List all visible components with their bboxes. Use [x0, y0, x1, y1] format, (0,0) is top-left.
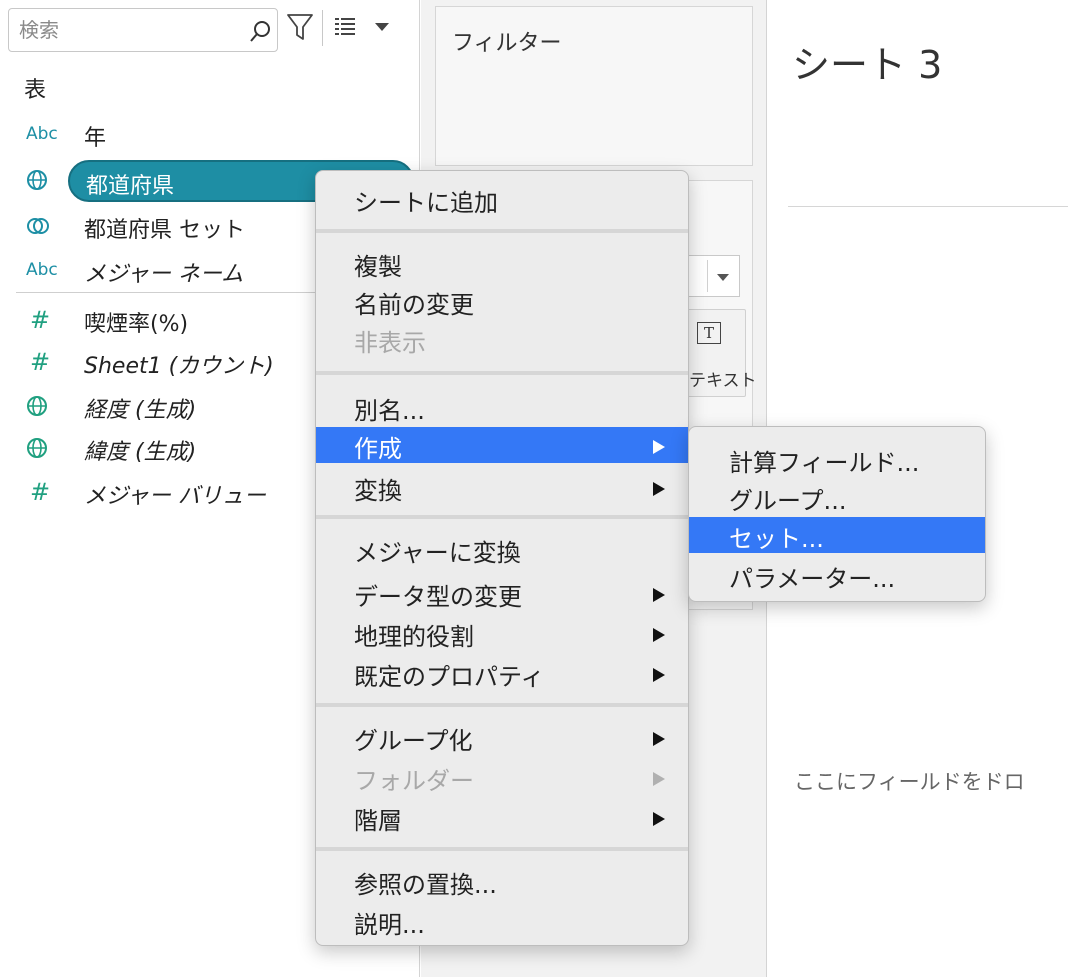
menu-item-label: 計算フィールド... [729, 449, 920, 477]
menu-item-replace-references[interactable]: 参照の置換... [316, 863, 688, 899]
menu-item-label: データ型の変更 [354, 583, 522, 611]
field-label: 都道府県 [86, 174, 175, 199]
menu-item-label: 説明... [354, 911, 425, 939]
menu-item-folders: フォルダー [316, 759, 688, 795]
section-title: 表 [24, 78, 47, 103]
chevron-right-icon [653, 732, 665, 746]
number-type-icon: # [30, 306, 51, 334]
menu-item-rename[interactable]: 名前の変更 [316, 283, 688, 319]
menu-item-label: 変換 [354, 477, 402, 505]
text-mark-button[interactable]: T テキスト [686, 309, 757, 397]
menu-item-label: グループ化 [354, 727, 473, 755]
chevron-right-icon [653, 628, 665, 642]
submenu-item-parameter[interactable]: パラメーター... [689, 557, 985, 593]
menu-item-alias[interactable]: 別名... [316, 389, 688, 425]
field-label: Sheet1 (カウント) [84, 354, 274, 379]
drop-field-hint: ここにフィールドをドロ [794, 770, 1025, 794]
menu-item-label: 複製 [354, 253, 402, 281]
chevron-right-icon [653, 588, 665, 602]
menu-item-transform[interactable]: 変換 [316, 469, 688, 505]
globe-icon [26, 392, 60, 420]
menu-item-label: シートに追加 [354, 189, 498, 217]
submenu-item-calculated-field[interactable]: 計算フィールド... [689, 441, 985, 477]
chevron-down-icon[interactable] [372, 20, 392, 34]
menu-item-label: メジャーに変換 [354, 539, 521, 567]
field-label: 緯度 (生成) [84, 440, 197, 465]
menu-item-label: 既定のプロパティ [354, 663, 545, 691]
menu-item-group-by[interactable]: グループ化 [316, 719, 688, 755]
number-type-icon: # [30, 478, 51, 506]
menu-item-hide: 非表示 [316, 321, 688, 357]
field-label: 年 [84, 126, 107, 151]
menu-item-label: 参照の置換... [354, 871, 497, 899]
menu-item-add-to-sheet[interactable]: シートに追加 [316, 181, 688, 217]
list-view-icon[interactable] [334, 16, 356, 36]
menu-item-label: セット... [729, 525, 824, 553]
menu-item-convert-to-measure[interactable]: メジャーに変換 [316, 531, 688, 567]
set-icon [26, 212, 60, 240]
menu-item-duplicate[interactable]: 複製 [316, 245, 688, 281]
field-label: 喫煙率(%) [84, 312, 189, 337]
filter-icon[interactable] [286, 12, 314, 42]
mark-type-select[interactable] [686, 255, 740, 297]
submenu-item-set[interactable]: セット... [689, 517, 985, 553]
field-label: 経度 (生成) [84, 398, 197, 423]
create-submenu: 計算フィールド... グループ... セット... パラメーター... [688, 426, 986, 602]
globe-icon [26, 434, 60, 462]
toolbar-divider [322, 10, 323, 46]
field-context-menu: シートに追加 複製 名前の変更 非表示 別名... 作成 変換 メジャーに変換 … [315, 170, 689, 946]
text-mark-label: テキスト [689, 371, 757, 391]
chevron-right-icon [653, 812, 665, 826]
field-label: 都道府県 セット [84, 218, 245, 243]
menu-item-label: 階層 [354, 807, 402, 835]
field-row-year[interactable]: Abc 年 [0, 114, 415, 154]
string-type-icon: Abc [26, 260, 58, 280]
chevron-right-icon [653, 482, 665, 496]
title-divider [788, 206, 1068, 207]
search-icon[interactable] [249, 19, 273, 43]
menu-item-default-properties[interactable]: 既定のプロパティ [316, 655, 688, 691]
string-type-icon: Abc [26, 124, 58, 144]
field-label: メジャー ネーム [84, 262, 244, 287]
text-icon: T [697, 322, 721, 344]
menu-item-describe[interactable]: 説明... [316, 903, 688, 939]
menu-item-hierarchy[interactable]: 階層 [316, 799, 688, 835]
search-box[interactable] [8, 8, 278, 52]
menu-item-label: 非表示 [354, 329, 426, 357]
chevron-right-icon [653, 440, 665, 454]
filters-title: フィルター [452, 31, 562, 56]
menu-separator [316, 229, 688, 233]
menu-separator [316, 847, 688, 851]
select-divider [707, 260, 708, 292]
chevron-right-icon [653, 772, 665, 786]
menu-item-label: パラメーター... [729, 565, 896, 593]
globe-icon [26, 166, 60, 194]
menu-item-create[interactable]: 作成 [316, 427, 688, 463]
menu-item-label: 別名... [354, 397, 425, 425]
menu-separator [316, 371, 688, 375]
number-type-icon: # [30, 348, 51, 376]
menu-item-label: グループ... [729, 487, 847, 515]
menu-separator [316, 515, 688, 519]
menu-item-label: 地理的役割 [354, 623, 474, 651]
menu-item-label: 名前の変更 [354, 291, 474, 319]
menu-item-geographic-role[interactable]: 地理的役割 [316, 615, 688, 651]
menu-item-label: 作成 [354, 435, 402, 463]
chevron-down-icon [717, 274, 729, 281]
field-label: メジャー バリュー [84, 484, 266, 509]
filters-shelf[interactable]: フィルター [435, 6, 753, 166]
sheet-title[interactable]: シート 3 [792, 34, 942, 89]
chevron-right-icon [653, 668, 665, 682]
menu-separator [316, 703, 688, 707]
submenu-item-group[interactable]: グループ... [689, 479, 985, 515]
search-input[interactable] [19, 15, 229, 45]
menu-item-label: フォルダー [354, 767, 474, 795]
menu-item-change-data-type[interactable]: データ型の変更 [316, 575, 688, 611]
